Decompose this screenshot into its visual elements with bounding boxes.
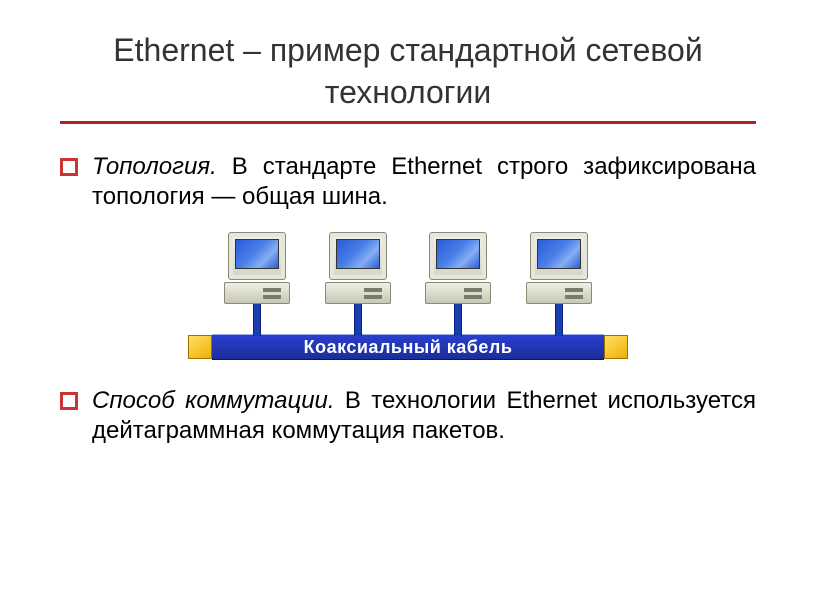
system-unit-icon xyxy=(224,282,290,304)
bullet-item-1: Топология. В стандарте Ethernet строго з… xyxy=(60,152,756,212)
drop-cable-icon xyxy=(454,302,462,336)
screen-icon xyxy=(336,239,380,269)
bullet-text-2: Способ коммутации. В технологии Ethernet… xyxy=(92,386,756,446)
coax-cable: Коаксиальный кабель xyxy=(212,334,604,360)
screen-icon xyxy=(436,239,480,269)
computer-2 xyxy=(319,232,397,336)
drop-cable-icon xyxy=(253,302,261,336)
bullet-lead-1: Топология. xyxy=(92,153,217,180)
drop-cable-icon xyxy=(555,302,563,336)
system-unit-icon xyxy=(425,282,491,304)
cable-label: Коаксиальный кабель xyxy=(304,337,513,358)
monitor-icon xyxy=(429,232,487,280)
monitor-icon xyxy=(329,232,387,280)
monitor-icon xyxy=(228,232,286,280)
computer-4 xyxy=(520,232,598,336)
bullet-square-icon xyxy=(60,158,78,176)
terminator-left-icon xyxy=(188,335,212,359)
slide-title: Ethernet – пример стандартной сетевой те… xyxy=(60,30,756,113)
drop-cable-icon xyxy=(354,302,362,336)
bullet-text-1: Топология. В стандарте Ethernet строго з… xyxy=(92,152,756,212)
title-underline xyxy=(60,121,756,124)
monitor-icon xyxy=(530,232,588,280)
bus-cable-row: Коаксиальный кабель xyxy=(188,334,628,360)
bullet-square-icon xyxy=(60,392,78,410)
computer-1 xyxy=(218,232,296,336)
bullet-item-2: Способ коммутации. В технологии Ethernet… xyxy=(60,386,756,446)
system-unit-icon xyxy=(526,282,592,304)
bus-topology-diagram: Коаксиальный кабель xyxy=(188,232,628,360)
system-unit-icon xyxy=(325,282,391,304)
screen-icon xyxy=(235,239,279,269)
screen-icon xyxy=(537,239,581,269)
bullet-lead-2: Способ коммутации. xyxy=(92,387,335,414)
computer-3 xyxy=(419,232,497,336)
computer-row xyxy=(188,232,628,336)
terminator-right-icon xyxy=(604,335,628,359)
